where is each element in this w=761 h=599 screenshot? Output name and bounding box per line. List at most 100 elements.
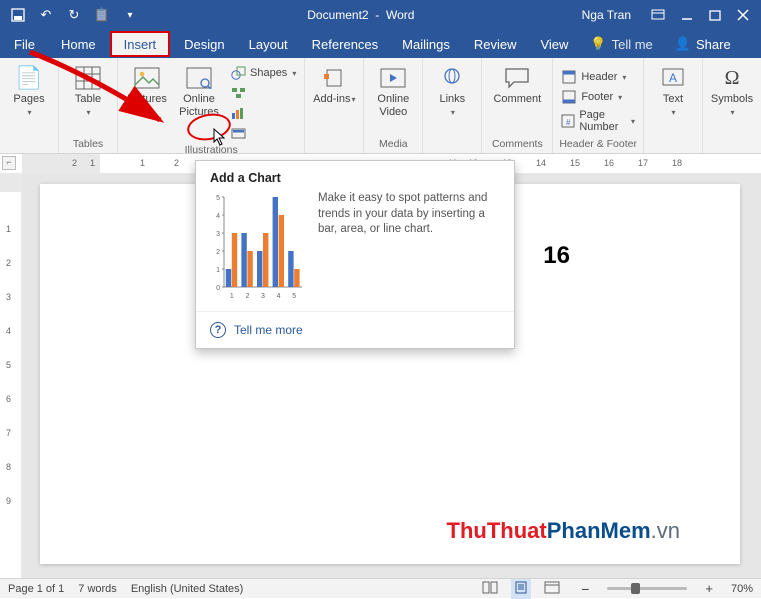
- tab-view[interactable]: View: [528, 30, 580, 58]
- tooltip-tell-me-more[interactable]: ? Tell me more: [196, 312, 514, 348]
- maximize-icon[interactable]: [709, 9, 721, 21]
- group-addins-label: [333, 136, 336, 153]
- table-icon: [74, 65, 102, 91]
- shapes-button[interactable]: Shapes▾: [228, 64, 298, 82]
- online-pictures-icon: [185, 65, 213, 91]
- status-words[interactable]: 7 words: [78, 583, 117, 595]
- footer-button[interactable]: Footer▾: [559, 88, 637, 106]
- tab-review[interactable]: Review: [462, 30, 529, 58]
- close-icon[interactable]: [737, 9, 749, 21]
- svg-text:4: 4: [216, 213, 220, 220]
- window-title: Document2 - Word: [148, 8, 574, 22]
- tab-design[interactable]: Design: [172, 30, 236, 58]
- paste-icon[interactable]: 📋: [94, 7, 110, 23]
- svg-text:1: 1: [230, 293, 234, 300]
- pictures-button[interactable]: Pictures: [124, 62, 170, 106]
- ribbon-display-icon[interactable]: [651, 9, 665, 21]
- svg-text:3: 3: [216, 231, 220, 238]
- page-content-text: 16: [543, 242, 570, 270]
- symbols-button[interactable]: ΩSymbols▾: [709, 62, 755, 118]
- chart-button[interactable]: [228, 104, 298, 122]
- svg-text:5: 5: [216, 195, 220, 202]
- addins-icon: [320, 65, 348, 91]
- redo-icon[interactable]: ↻: [66, 7, 82, 23]
- comment-icon: [503, 65, 531, 91]
- chart-icon: [230, 105, 246, 121]
- svg-text:2: 2: [245, 293, 249, 300]
- page-number-button[interactable]: #Page Number▾: [559, 108, 637, 134]
- tell-me[interactable]: 💡Tell me: [580, 30, 662, 58]
- group-media-label: Media: [379, 136, 408, 153]
- view-print-icon[interactable]: [511, 579, 531, 599]
- zoom-level[interactable]: 70%: [731, 583, 753, 595]
- ribbon-insert: 📄Pages▾ Table▾ Tables Pictures Online Pi…: [0, 58, 761, 154]
- tooltip-body-text: Make it easy to spot patterns and trends…: [318, 191, 500, 301]
- status-page[interactable]: Page 1 of 1: [8, 583, 64, 595]
- table-button[interactable]: Table▾: [65, 62, 111, 118]
- addins-button[interactable]: Add-ins▾: [311, 62, 357, 106]
- help-icon: ?: [210, 322, 226, 338]
- tab-mailings[interactable]: Mailings: [390, 30, 462, 58]
- links-button[interactable]: Links▾: [429, 62, 475, 118]
- zoom-slider[interactable]: [607, 587, 687, 590]
- online-video-button[interactable]: Online Video: [370, 62, 416, 118]
- tab-file[interactable]: File: [0, 30, 49, 58]
- tab-layout[interactable]: Layout: [237, 30, 300, 58]
- minimize-icon[interactable]: [681, 9, 693, 21]
- bulb-icon: 💡: [590, 36, 606, 52]
- user-name: Nga Tran: [574, 8, 639, 22]
- zoom-out-button[interactable]: −: [577, 581, 593, 597]
- tab-home[interactable]: Home: [49, 30, 108, 58]
- pages-button[interactable]: 📄Pages▾: [6, 62, 52, 118]
- save-icon[interactable]: [10, 7, 26, 23]
- tooltip-chart-icon: 0 1 2 3 4 5 1 2 3 4 5: [210, 191, 306, 301]
- qat-more-icon[interactable]: ▾: [122, 7, 138, 23]
- tab-references[interactable]: References: [300, 30, 390, 58]
- share-icon: 👤: [675, 36, 691, 52]
- svg-text:4: 4: [277, 293, 281, 300]
- group-tables-label: Tables: [73, 136, 103, 153]
- share-button[interactable]: 👤Share: [663, 30, 743, 58]
- chart-tooltip: Add a Chart 0 1 2 3 4 5 1 2 3 4 5 Make it easy to …: [195, 160, 515, 349]
- group-symbols-label: [731, 136, 734, 153]
- omega-icon: Ω: [718, 65, 746, 91]
- text-button[interactable]: AText▾: [650, 62, 696, 118]
- group-comments-label: Comments: [492, 136, 543, 153]
- header-icon: [561, 69, 577, 85]
- comment-button[interactable]: Comment: [488, 62, 546, 106]
- zoom-in-button[interactable]: +: [701, 581, 717, 596]
- textbox-icon: A: [659, 65, 687, 91]
- svg-text:#: #: [566, 118, 571, 127]
- vertical-ruler[interactable]: 12 34 56 78 9: [0, 174, 22, 578]
- undo-icon[interactable]: ↶: [38, 7, 54, 23]
- smartart-button[interactable]: [228, 84, 298, 102]
- page-icon: 📄: [15, 65, 43, 91]
- status-language[interactable]: English (United States): [131, 583, 244, 595]
- tooltip-title: Add a Chart: [196, 161, 514, 191]
- view-web-icon[interactable]: [541, 579, 563, 599]
- group-headerfooter-label: Header & Footer: [559, 136, 637, 153]
- svg-text:3: 3: [261, 293, 265, 300]
- video-icon: [379, 65, 407, 91]
- svg-text:5: 5: [292, 293, 296, 300]
- header-button[interactable]: Header▾: [559, 68, 637, 86]
- pictures-icon: [133, 65, 161, 91]
- svg-text:A: A: [669, 71, 677, 85]
- tab-insert[interactable]: Insert: [112, 33, 169, 55]
- view-read-icon[interactable]: [479, 579, 501, 599]
- page-number-icon: #: [561, 113, 575, 129]
- group-links-label: [451, 136, 454, 153]
- ruler-corner[interactable]: ⌐: [2, 156, 16, 170]
- svg-text:0: 0: [216, 285, 220, 292]
- online-pictures-button[interactable]: Online Pictures: [176, 62, 222, 118]
- svg-text:2: 2: [216, 249, 220, 256]
- smartart-icon: [230, 85, 246, 101]
- screenshot-button[interactable]: [228, 124, 298, 142]
- watermark: ThuThuatPhanMem.vn: [447, 518, 680, 544]
- svg-text:1: 1: [216, 267, 220, 274]
- annotation-insert-box: Insert: [110, 31, 171, 57]
- links-icon: [438, 65, 466, 91]
- screenshot-icon: [230, 125, 246, 141]
- group-pages-label: [28, 136, 31, 153]
- group-text-label: [672, 136, 675, 153]
